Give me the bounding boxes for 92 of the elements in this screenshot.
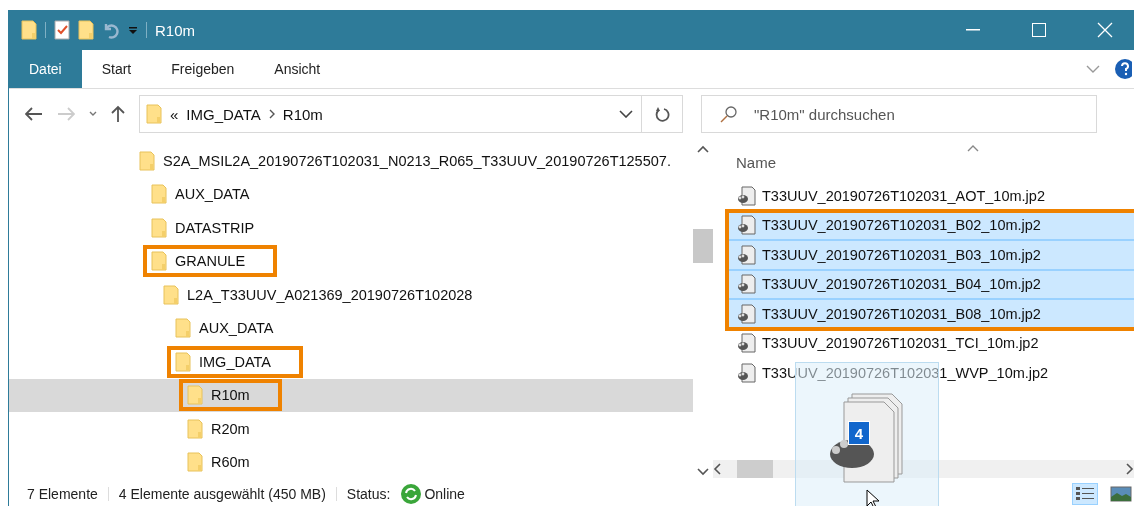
folder-icon bbox=[21, 20, 37, 40]
folder-name: GRANULE bbox=[175, 253, 246, 270]
search-icon bbox=[720, 105, 738, 123]
folder-name: R60m bbox=[211, 454, 250, 471]
tree-item[interactable]: R10m bbox=[9, 378, 693, 412]
folder-icon bbox=[146, 104, 162, 124]
folder-icon bbox=[187, 418, 203, 439]
search-field[interactable]: "R10m" durchsuchen bbox=[701, 95, 1097, 133]
tree-item[interactable]: R20m bbox=[9, 412, 693, 446]
tree-item[interactable]: IMG_DATA bbox=[9, 345, 693, 379]
recent-locations-icon[interactable] bbox=[89, 111, 97, 117]
folder-icon bbox=[139, 150, 155, 171]
tree-item[interactable]: AUX_DATA bbox=[9, 177, 693, 211]
folder-icon bbox=[151, 184, 167, 205]
dropdown-icon[interactable] bbox=[619, 110, 633, 118]
ribbon-tab[interactable]: Freigeben bbox=[151, 50, 255, 88]
file-name: T33UUV_20190726T102031_TCI_10m.jp2 bbox=[762, 335, 1039, 352]
scrollbar-thumb[interactable] bbox=[693, 228, 713, 263]
scrollbar-thumb[interactable] bbox=[737, 460, 773, 478]
count-badge: 4 bbox=[848, 421, 870, 445]
tiles-view-button[interactable] bbox=[1108, 483, 1134, 505]
folder-icon bbox=[187, 385, 203, 406]
file-row[interactable]: T33UUV_20190726T102031_AOT_10m.jp2 bbox=[727, 181, 1134, 211]
tree-item[interactable]: DATASTRIP bbox=[9, 211, 693, 245]
back-icon[interactable] bbox=[25, 107, 43, 121]
sort-caret-icon bbox=[967, 145, 979, 152]
status-value: Online bbox=[424, 486, 465, 502]
file-name: T33UUV_20190726T102031_B08_10m.jp2 bbox=[762, 305, 1041, 322]
file-row[interactable]: T33UUV_20190726T102031_B08_10m.jp2 bbox=[727, 299, 1134, 329]
up-icon[interactable] bbox=[111, 105, 125, 123]
folder-name: L2A_T33UUV_A021369_20190726T102028 bbox=[187, 286, 473, 303]
scroll-down-icon[interactable] bbox=[697, 468, 709, 476]
expand-ribbon-icon[interactable] bbox=[1086, 65, 1100, 73]
image-file-icon bbox=[736, 244, 756, 265]
folder-icon bbox=[175, 351, 191, 372]
properties-icon[interactable] bbox=[54, 20, 70, 40]
breadcrumb-overflow[interactable]: « bbox=[170, 105, 179, 123]
ribbon-tab[interactable]: Ansicht bbox=[254, 50, 341, 88]
folder-name: AUX_DATA bbox=[199, 320, 274, 337]
address-bar[interactable]: « IMG_DATA R10m bbox=[139, 95, 683, 133]
scroll-left-icon[interactable] bbox=[713, 463, 721, 475]
ribbon-tab[interactable]: Start bbox=[81, 50, 152, 88]
window-title: R10m bbox=[155, 21, 196, 39]
ribbon-tab[interactable]: Datei bbox=[9, 50, 82, 88]
tree-item[interactable]: R60m bbox=[9, 445, 693, 479]
scroll-up-icon[interactable] bbox=[697, 145, 709, 153]
file-row[interactable]: T33UUV_20190726T102031_B03_10m.jp2 bbox=[727, 240, 1134, 270]
dropdown-icon[interactable] bbox=[128, 24, 138, 36]
column-header[interactable]: Name bbox=[736, 154, 776, 171]
folder-name: DATASTRIP bbox=[175, 219, 255, 236]
image-file-icon bbox=[736, 274, 756, 295]
file-row[interactable]: T33UUV_20190726T102031_B04_10m.jp2 bbox=[727, 269, 1134, 299]
details-view-button[interactable] bbox=[1072, 483, 1098, 505]
file-name: T33UUV_20190726T102031_AOT_10m.jp2 bbox=[762, 187, 1045, 204]
file-row[interactable]: T33UUV_20190726T102031_TCI_10m.jp2 bbox=[727, 328, 1134, 358]
file-row[interactable]: T33UUV_20190726T102031_WVP_10m.jp2 bbox=[727, 358, 1134, 388]
folder-icon bbox=[151, 251, 167, 272]
image-file-icon bbox=[736, 333, 756, 354]
folder-name: S2A_MSIL2A_20190726T102031_N0213_R065_T33UUV_20190726T125507. bbox=[163, 152, 671, 169]
chevron-icon bbox=[268, 109, 275, 119]
folder-name: IMG_DATA bbox=[199, 353, 271, 370]
folder-name: AUX_DATA bbox=[175, 186, 250, 203]
file-name: T33UUV_20190726T102031_B02_10m.jp2 bbox=[762, 217, 1041, 234]
tree-item[interactable]: AUX_DATA bbox=[9, 311, 693, 345]
folder-icon bbox=[187, 452, 203, 473]
breadcrumb[interactable]: R10m bbox=[282, 105, 323, 123]
file-name: T33UUV_20190726T102031_B04_10m.jp2 bbox=[762, 276, 1041, 293]
selection-info: 4 Elemente ausgewählt (450 MB) bbox=[118, 486, 326, 502]
folder-icon bbox=[163, 284, 179, 305]
image-file-icon bbox=[736, 185, 756, 206]
folder-icon bbox=[151, 217, 167, 238]
tree-item[interactable]: S2A_MSIL2A_20190726T102031_N0213_R065_T33UUV_20190726T125507. bbox=[9, 144, 693, 178]
image-file-icon bbox=[736, 362, 756, 383]
folder-icon bbox=[175, 318, 191, 339]
file-name: T33UUV_20190726T102031_B03_10m.jp2 bbox=[762, 246, 1041, 263]
folder-name: R10m bbox=[211, 387, 250, 404]
file-row[interactable]: T33UUV_20190726T102031_B02_10m.jp2 bbox=[727, 210, 1134, 240]
file-name: T33UUV_20190726T102031_WVP_10m.jp2 bbox=[762, 364, 1049, 381]
scroll-right-icon[interactable] bbox=[1126, 463, 1134, 475]
item-count: 7 Elemente bbox=[27, 486, 98, 502]
folder-name: R20m bbox=[211, 420, 250, 437]
status-label: Status: bbox=[346, 486, 391, 502]
help-icon[interactable] bbox=[1114, 58, 1132, 80]
tree-item[interactable]: L2A_T33UUV_A021369_20190726T102028 bbox=[9, 278, 693, 312]
breadcrumb[interactable]: IMG_DATA bbox=[186, 105, 261, 123]
image-file-icon bbox=[736, 303, 756, 324]
close-icon[interactable] bbox=[1097, 22, 1113, 38]
refresh-icon[interactable] bbox=[654, 105, 670, 123]
maximize-icon[interactable] bbox=[1032, 23, 1046, 37]
tree-item[interactable]: GRANULE bbox=[9, 244, 693, 278]
new-folder-icon bbox=[78, 20, 94, 40]
image-file-icon bbox=[736, 215, 756, 236]
